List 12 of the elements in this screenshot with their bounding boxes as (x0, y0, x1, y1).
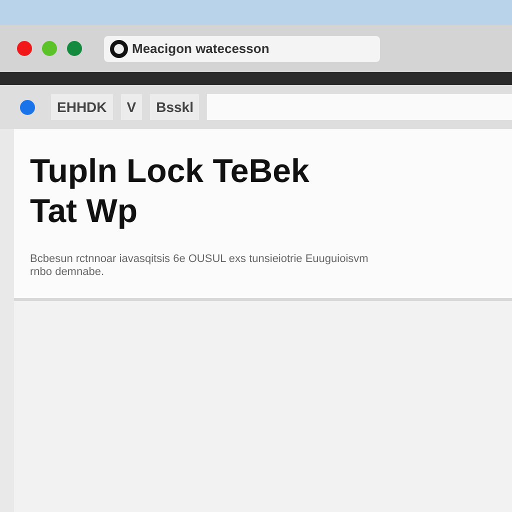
window-zoom-button[interactable] (67, 41, 82, 56)
input-field[interactable] (207, 94, 512, 120)
page-paragraph: Bcbesun rctnnoar iavasqitsis 6e OUSUL exs tunsieiotrie Euuguioisvm rnbo demnabe. (30, 253, 370, 279)
address-bar[interactable]: Meacigon watecesson (104, 36, 380, 62)
page-heading: Tupln Lock TeBek Tat Wp (30, 151, 310, 231)
window-close-button[interactable] (17, 41, 32, 56)
toolbar-button[interactable]: EHHDK (51, 94, 113, 120)
ring-icon (110, 40, 128, 58)
dot-icon (20, 100, 35, 114)
toolbar-button[interactable]: V (120, 94, 142, 120)
window-minimize-button[interactable] (42, 41, 57, 56)
toolbar-button[interactable]: Bsskl (150, 94, 200, 120)
